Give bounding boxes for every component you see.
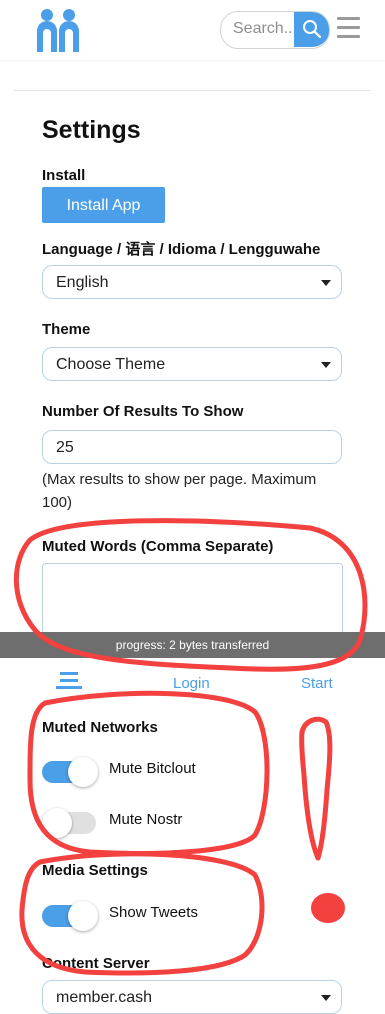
feed-icon[interactable] <box>54 670 84 692</box>
show-tweets-label: Show Tweets <box>109 904 198 921</box>
mute-bitclout-toggle[interactable] <box>42 757 98 787</box>
login-link[interactable]: Login <box>173 675 210 692</box>
start-link[interactable]: Start <box>301 675 333 692</box>
toggle-knob <box>68 757 98 787</box>
media-settings-label: Media Settings <box>42 862 148 879</box>
toggle-knob <box>68 901 98 931</box>
mute-bitclout-label: Mute Bitclout <box>109 760 196 777</box>
results-count-input[interactable]: 25 <box>42 430 342 464</box>
results-label: Number Of Results To Show <box>42 403 244 420</box>
language-select-value: English <box>56 274 109 291</box>
chevron-down-icon <box>321 362 331 368</box>
content-server-label: Content Server <box>42 955 150 972</box>
theme-label: Theme <box>42 321 91 338</box>
progress-status-bar: progress: 2 bytes transferred <box>0 632 385 658</box>
page-title: Settings <box>42 116 141 144</box>
muted-networks-label: Muted Networks <box>42 719 158 736</box>
top-header <box>0 0 385 60</box>
chevron-down-icon <box>321 280 331 286</box>
content-server-value: member.cash <box>56 989 153 1006</box>
chevron-down-icon <box>321 995 331 1001</box>
header-divider <box>14 90 371 91</box>
install-app-button[interactable]: Install App <box>42 187 165 223</box>
content-server-select[interactable]: member.cash <box>42 980 342 1014</box>
muted-words-label: Muted Words (Comma Separate) <box>42 538 274 555</box>
language-label: Language / 语言 / Idioma / Lengguwahe <box>42 241 321 258</box>
search-box <box>220 11 330 49</box>
search-button[interactable] <box>294 12 329 47</box>
mute-nostr-label: Mute Nostr <box>109 811 183 828</box>
search-icon <box>303 20 322 39</box>
theme-select[interactable]: Choose Theme <box>42 347 342 381</box>
language-select[interactable]: English <box>42 265 342 299</box>
install-label: Install <box>42 167 86 184</box>
mute-nostr-toggle[interactable] <box>42 808 98 838</box>
bottom-nav: Login Start <box>0 658 385 700</box>
show-tweets-toggle[interactable] <box>42 901 98 931</box>
annotation-dot <box>311 893 345 923</box>
results-count-value: 25 <box>56 439 74 456</box>
people-logo-icon[interactable] <box>34 6 82 54</box>
annotation-exclamation <box>299 716 333 861</box>
toggle-knob <box>42 808 72 838</box>
results-hint: (Max results to show per page. Maximum 1… <box>42 471 317 511</box>
theme-select-value: Choose Theme <box>56 356 166 373</box>
hamburger-menu-icon[interactable] <box>337 17 360 39</box>
